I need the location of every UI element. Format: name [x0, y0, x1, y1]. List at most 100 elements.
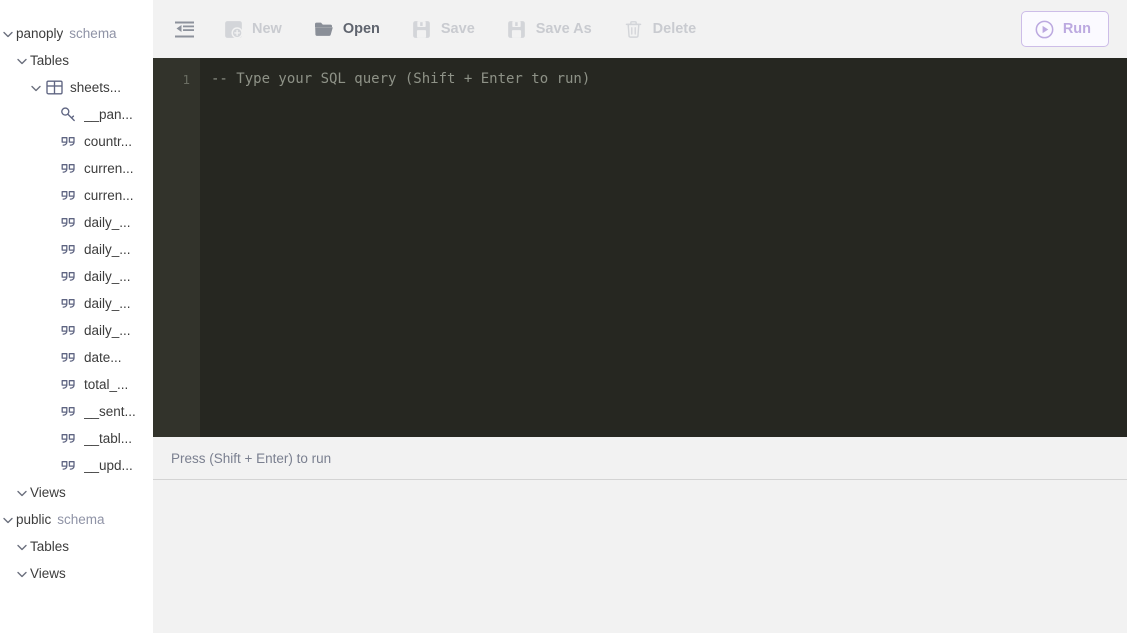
main-panel: New Open Save Save As Delete Run 1 -- Type y…	[153, 0, 1127, 633]
tree-node-column-tabl[interactable]: __tabl...	[0, 425, 153, 452]
tree-node-label: total_...	[84, 377, 128, 392]
tree-node-schema-public[interactable]: publicschema	[0, 506, 153, 533]
tree-node-column-pan[interactable]: __pan...	[0, 101, 153, 128]
chevron-down-icon[interactable]	[14, 485, 30, 501]
folder-icon	[314, 19, 334, 39]
tree-node-public-views[interactable]: Views	[0, 560, 153, 587]
tree-node-column-curren-2[interactable]: curren...	[0, 182, 153, 209]
line-number: 1	[153, 69, 190, 90]
save-button-label: Save	[441, 21, 475, 37]
results-area	[153, 480, 1127, 633]
save-icon	[412, 19, 432, 39]
tree-node-public-tables[interactable]: Tables	[0, 533, 153, 560]
new-button-label: New	[252, 21, 282, 37]
tree-node-label: Views	[30, 485, 66, 500]
tree-node-label: __pan...	[84, 107, 133, 122]
tree-node-label: __upd...	[84, 458, 133, 473]
editor-gutter: 1	[153, 58, 200, 437]
tree-node-label: daily_...	[84, 215, 131, 230]
string-icon	[58, 457, 78, 475]
run-button-label: Run	[1063, 21, 1091, 37]
tree-chevron-spacer	[42, 431, 58, 447]
editor-status-bar: Press (Shift + Enter) to run	[153, 437, 1127, 480]
chevron-down-icon[interactable]	[0, 512, 16, 528]
schema-tag: schema	[69, 26, 116, 41]
chevron-down-icon[interactable]	[14, 53, 30, 69]
tree-chevron-spacer	[42, 269, 58, 285]
schema-tree-sidebar[interactable]: panoplyschemaTablessheets...__pan...coun…	[0, 0, 153, 633]
tree-node-schema-panoply[interactable]: panoply schema	[0, 20, 153, 47]
tree-node-label: daily_...	[84, 269, 131, 284]
tree-node-label: daily_...	[84, 323, 131, 338]
tree-node-label: sheets...	[70, 80, 121, 95]
chevron-down-icon[interactable]	[14, 566, 30, 582]
tree-node-column-sent[interactable]: __sent...	[0, 398, 153, 425]
open-button[interactable]: Open	[304, 12, 390, 46]
tree-node-label: curren...	[84, 188, 134, 203]
tree-node-column-upd[interactable]: __upd...	[0, 452, 153, 479]
tree-chevron-spacer	[42, 350, 58, 366]
string-icon	[58, 160, 78, 178]
tree-node-column-daily-2[interactable]: daily_...	[0, 236, 153, 263]
trash-icon	[624, 19, 644, 39]
tree-node-column-daily-4[interactable]: daily_...	[0, 290, 153, 317]
tree-node-label: curren...	[84, 161, 134, 176]
tree-node-panoply-views[interactable]: Views	[0, 479, 153, 506]
tree-node-column-countr[interactable]: countr...	[0, 128, 153, 155]
string-icon	[58, 133, 78, 151]
editor-placeholder-text: -- Type your SQL query (Shift + Enter to…	[211, 69, 1127, 90]
tree-node-label: Tables	[30, 539, 69, 554]
string-icon	[58, 322, 78, 340]
tree-node-label: date...	[84, 350, 122, 365]
string-icon	[58, 376, 78, 394]
tree-node-label: Tables	[30, 53, 69, 68]
tree-chevron-spacer	[42, 242, 58, 258]
tree-node-label: daily_...	[84, 296, 131, 311]
tree-chevron-spacer	[42, 215, 58, 231]
delete-button-label: Delete	[653, 21, 697, 37]
delete-button: Delete	[614, 12, 707, 46]
tree-node-label: panoply	[16, 26, 63, 41]
tree-node-label: Views	[30, 566, 66, 581]
tree-node-column-daily-5[interactable]: daily_...	[0, 317, 153, 344]
tree-chevron-spacer	[42, 107, 58, 123]
chevron-down-icon[interactable]	[28, 80, 44, 96]
string-icon	[58, 241, 78, 259]
tree-node-column-daily-3[interactable]: daily_...	[0, 263, 153, 290]
save-button: Save	[402, 12, 485, 46]
tree-node-label: __sent...	[84, 404, 136, 419]
editor-code-area[interactable]: -- Type your SQL query (Shift + Enter to…	[200, 58, 1127, 437]
editor-toolbar: New Open Save Save As Delete Run	[153, 0, 1127, 58]
run-button[interactable]: Run	[1021, 11, 1109, 47]
play-circle-icon	[1035, 19, 1055, 39]
string-icon	[58, 268, 78, 286]
table-icon	[44, 79, 64, 97]
string-icon	[58, 295, 78, 313]
string-icon	[58, 403, 78, 421]
tree-node-column-daily-1[interactable]: daily_...	[0, 209, 153, 236]
new-file-icon	[223, 19, 243, 39]
tree-node-column-date[interactable]: date...	[0, 344, 153, 371]
tree-chevron-spacer	[42, 323, 58, 339]
save-as-button-label: Save As	[536, 21, 592, 37]
tree-node-column-curren-1[interactable]: curren...	[0, 155, 153, 182]
schema-tag: schema	[57, 512, 104, 527]
save-as-icon	[507, 19, 527, 39]
collapse-panel-icon[interactable]	[167, 12, 201, 46]
tree-chevron-spacer	[42, 404, 58, 420]
tree-chevron-spacer	[42, 458, 58, 474]
key-icon	[58, 106, 78, 124]
tree-node-table-sheets[interactable]: sheets...	[0, 74, 153, 101]
tree-node-label: __tabl...	[84, 431, 132, 446]
string-icon	[58, 349, 78, 367]
sql-editor[interactable]: 1 -- Type your SQL query (Shift + Enter …	[153, 58, 1127, 437]
chevron-down-icon[interactable]	[14, 539, 30, 555]
string-icon	[58, 430, 78, 448]
tree-chevron-spacer	[42, 161, 58, 177]
string-icon	[58, 187, 78, 205]
string-icon	[58, 214, 78, 232]
tree-node-label: daily_...	[84, 242, 131, 257]
tree-node-column-total[interactable]: total_...	[0, 371, 153, 398]
tree-node-panoply-tables[interactable]: Tables	[0, 47, 153, 74]
chevron-down-icon[interactable]	[0, 26, 16, 42]
